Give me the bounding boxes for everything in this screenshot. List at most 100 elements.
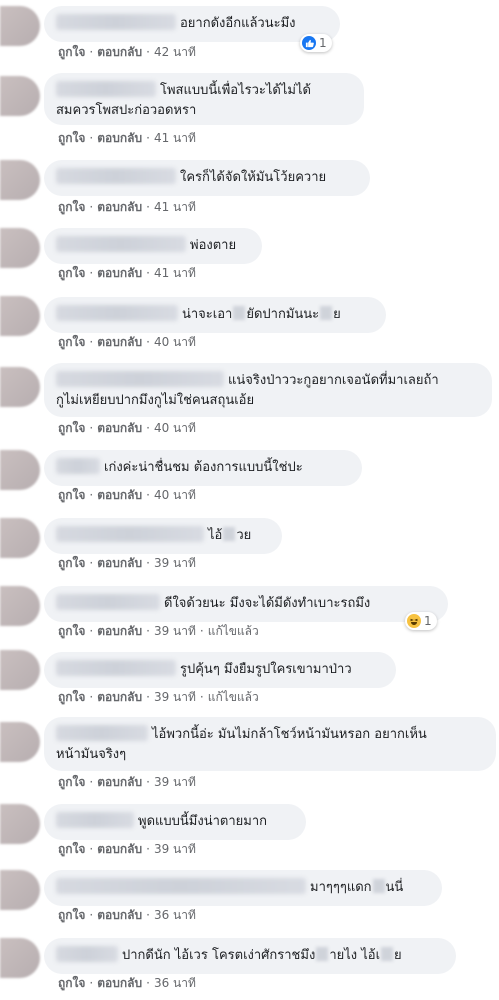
like-link[interactable]: ถูกใจ: [58, 624, 85, 638]
like-link[interactable]: ถูกใจ: [58, 200, 85, 214]
avatar[interactable]: [0, 228, 40, 268]
like-link[interactable]: ถูกใจ: [58, 335, 85, 349]
avatar[interactable]: [0, 160, 40, 200]
reply-link[interactable]: ตอบกลับ: [97, 842, 142, 856]
comment-bubble: อยากดังอีกแล้วนะมึง: [44, 6, 340, 42]
reply-link[interactable]: ตอบกลับ: [97, 488, 142, 502]
reply-link[interactable]: ตอบกลับ: [97, 690, 142, 704]
comment-text: สมควรโพสปะก่อวอดหรา: [56, 103, 197, 118]
commenter-name[interactable]: [56, 660, 176, 676]
timestamp[interactable]: 40 นาที: [154, 421, 196, 435]
commenter-name[interactable]: [56, 458, 100, 474]
reaction-count: 1: [424, 614, 432, 628]
comment-bubble: แน่จริงป่าววะกูอยากเจอนัดที่มาเลยถ้า กูไ…: [44, 363, 492, 417]
comment-actions: ถูกใจ · ตอบกลับ · 39 นาที: [58, 556, 196, 570]
reply-link[interactable]: ตอบกลับ: [97, 908, 142, 922]
timestamp[interactable]: 40 นาที: [154, 335, 196, 349]
comment-bubble: มาๆๆๆแดก นนี่: [44, 870, 442, 906]
timestamp[interactable]: 40 นาที: [154, 488, 196, 502]
edited-label[interactable]: แก้ไขแล้ว: [208, 690, 259, 704]
reply-link[interactable]: ตอบกลับ: [97, 335, 142, 349]
comment-text: เก่งค่ะน่าชื่นชม ต้องการแบบนี้ใช่ปะ: [104, 460, 303, 475]
comment-text: โพสแบบนี้เพื่อไรวะได้ไม่ได้: [160, 83, 311, 98]
like-link[interactable]: ถูกใจ: [58, 556, 85, 570]
timestamp[interactable]: 41 นาที: [154, 266, 196, 280]
commenter-name[interactable]: [56, 168, 176, 184]
comment-actions: ถูกใจ · ตอบกลับ · 41 นาที: [58, 131, 196, 145]
avatar[interactable]: [0, 6, 40, 46]
comment-text: ายไง ไอ้เ: [329, 948, 381, 963]
avatar[interactable]: [0, 367, 40, 407]
timestamp[interactable]: 39 นาที: [154, 624, 196, 638]
timestamp[interactable]: 41 นาที: [154, 131, 196, 145]
avatar[interactable]: [0, 804, 40, 844]
commenter-name[interactable]: [56, 812, 134, 828]
commenter-name[interactable]: [56, 371, 224, 387]
timestamp[interactable]: 42 นาที: [154, 45, 196, 59]
commenter-name[interactable]: [56, 305, 178, 321]
reply-link[interactable]: ตอบกลับ: [97, 200, 142, 214]
commenter-name[interactable]: [56, 594, 160, 610]
avatar[interactable]: [0, 450, 40, 490]
censored-text: [372, 879, 385, 893]
like-link[interactable]: ถูกใจ: [58, 45, 85, 59]
commenter-name[interactable]: [56, 878, 306, 894]
comment-text: ไอ้พวกนี้อ่ะ มันไม่กล้าโชว์หน้ามันหรอก อ…: [152, 727, 427, 742]
avatar[interactable]: [0, 870, 40, 910]
timestamp[interactable]: 39 นาที: [154, 775, 196, 789]
avatar[interactable]: [0, 76, 40, 116]
reaction-badge[interactable]: 1: [300, 34, 332, 52]
avatar[interactable]: [0, 650, 40, 690]
avatar[interactable]: [0, 518, 40, 558]
commenter-name[interactable]: [56, 946, 118, 962]
comment-actions: ถูกใจ · ตอบกลับ · 39 นาที · แก้ไขแล้ว: [58, 624, 259, 638]
like-icon: [302, 36, 316, 50]
edited-label[interactable]: แก้ไขแล้ว: [208, 624, 259, 638]
comment-text: นนี่: [385, 880, 404, 895]
timestamp[interactable]: 39 นาที: [154, 556, 196, 570]
avatar[interactable]: [0, 296, 40, 336]
timestamp[interactable]: 36 นาที: [154, 976, 196, 990]
like-link[interactable]: ถูกใจ: [58, 690, 85, 704]
timestamp[interactable]: 41 นาที: [154, 200, 196, 214]
reply-link[interactable]: ตอบกลับ: [97, 421, 142, 435]
comment-text: น่าจะเอา: [182, 307, 233, 322]
comment-text: แน่จริงป่าววะกูอยากเจอนัดที่มาเลยถ้า: [228, 373, 439, 388]
commenter-name[interactable]: [56, 81, 156, 97]
comment-bubble: พูดแบบนี้มึงน่าตายมาก: [44, 804, 306, 840]
reply-link[interactable]: ตอบกลับ: [97, 775, 142, 789]
like-link[interactable]: ถูกใจ: [58, 266, 85, 280]
avatar[interactable]: [0, 938, 40, 978]
reply-link[interactable]: ตอบกลับ: [97, 556, 142, 570]
avatar[interactable]: [0, 722, 40, 762]
timestamp[interactable]: 39 นาที: [154, 690, 196, 704]
reaction-badge[interactable]: 1: [405, 612, 437, 630]
reply-link[interactable]: ตอบกลับ: [97, 624, 142, 638]
like-link[interactable]: ถูกใจ: [58, 488, 85, 502]
commenter-name[interactable]: [56, 14, 176, 30]
comment-actions: ถูกใจ · ตอบกลับ · 42 นาที: [58, 45, 196, 59]
censored-text: [316, 947, 329, 961]
comment-text: ดีใจด้วยนะ มึงจะได้มีดังทำเบาะรถมึง: [164, 596, 371, 611]
reply-link[interactable]: ตอบกลับ: [97, 131, 142, 145]
commenter-name[interactable]: [56, 236, 186, 252]
like-link[interactable]: ถูกใจ: [58, 976, 85, 990]
comment-text: พ่องตาย: [190, 238, 237, 253]
like-link[interactable]: ถูกใจ: [58, 908, 85, 922]
comment-actions: ถูกใจ · ตอบกลับ · 36 นาที: [58, 908, 196, 922]
commenter-name[interactable]: [56, 725, 148, 741]
like-link[interactable]: ถูกใจ: [58, 131, 85, 145]
reply-link[interactable]: ตอบกลับ: [97, 976, 142, 990]
timestamp[interactable]: 36 นาที: [154, 908, 196, 922]
comment-bubble: พ่องตาย: [44, 228, 262, 264]
timestamp[interactable]: 39 นาที: [154, 842, 196, 856]
comment-text: ยัดปากมันนะ: [246, 307, 320, 322]
reply-link[interactable]: ตอบกลับ: [97, 266, 142, 280]
like-link[interactable]: ถูกใจ: [58, 842, 85, 856]
like-link[interactable]: ถูกใจ: [58, 421, 85, 435]
like-link[interactable]: ถูกใจ: [58, 775, 85, 789]
comment-actions: ถูกใจ · ตอบกลับ · 39 นาที: [58, 775, 196, 789]
avatar[interactable]: [0, 586, 40, 626]
commenter-name[interactable]: [56, 526, 204, 542]
reply-link[interactable]: ตอบกลับ: [97, 45, 142, 59]
